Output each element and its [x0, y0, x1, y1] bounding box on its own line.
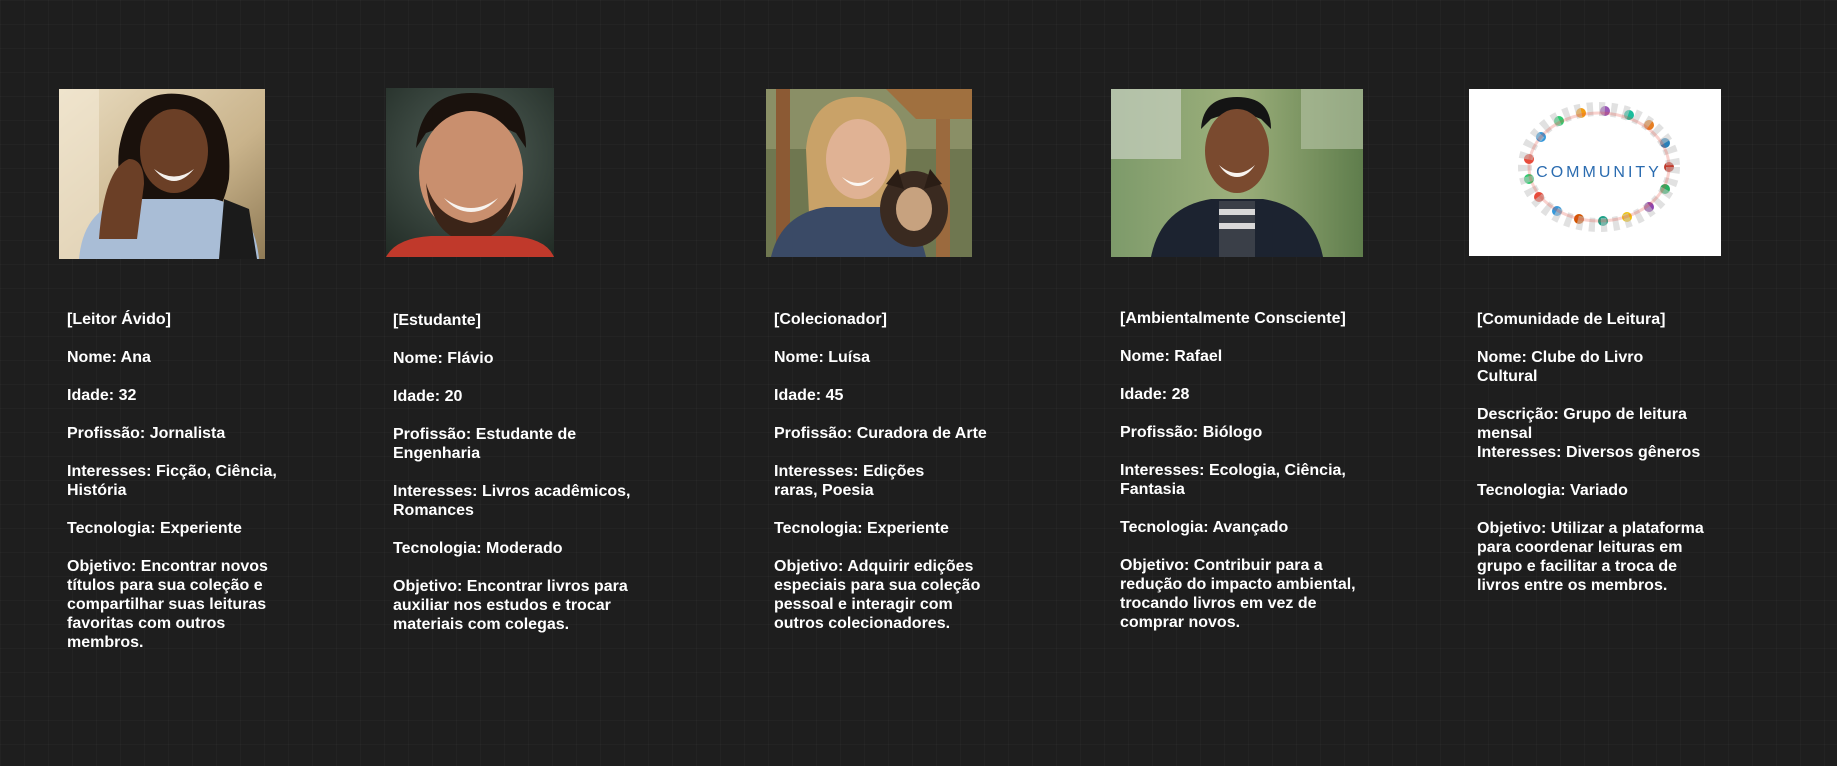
persona-goal: Objetivo: Utilizar a plataforma para coo…: [1477, 520, 1704, 594]
community-word: COMMUNITY: [1536, 164, 1662, 181]
man-smiling-portrait-icon: [1111, 89, 1363, 257]
persona-name: Nome: Clube do Livro Cultural: [1477, 349, 1644, 385]
persona-profession: Profissão: Biólogo: [1120, 424, 1263, 441]
persona-card-ana: [Leitor Ávido] Nome: Ana Idade: 32 Profi…: [67, 310, 292, 652]
man-portrait-icon: [386, 88, 554, 257]
persona-name: Nome: Flávio: [393, 350, 494, 367]
persona-card-community: [Comunidade de Leitura] Nome: Clube do L…: [1477, 310, 1712, 595]
persona-photo-luisa[interactable]: [766, 89, 972, 257]
persona-interests: Interesses: Diversos gêneros: [1477, 444, 1701, 461]
persona-role: [Ambientalmente Consciente]: [1120, 310, 1346, 327]
persona-age: Idade: 32: [67, 387, 137, 404]
persona-name: Nome: Luísa: [774, 349, 871, 366]
persona-name: Nome: Ana: [67, 349, 151, 366]
persona-interests: Interesses: Ecologia, Ciência, Fantasia: [1120, 462, 1346, 498]
persona-photo-flavio[interactable]: [386, 88, 554, 257]
persona-card-rafael: [Ambientalmente Consciente] Nome: Rafael…: [1120, 309, 1370, 632]
woman-with-dog-icon: [766, 89, 972, 257]
community-circle-icon: COMMUNITY: [1469, 89, 1721, 256]
woman-portrait-icon: [59, 89, 265, 259]
persona-card-luisa: [Colecionador] Nome: Luísa Idade: 45 Pro…: [774, 310, 1004, 633]
persona-interests: Interesses: Edições raras, Poesia: [774, 463, 925, 499]
persona-age: Idade: 45: [774, 387, 844, 404]
persona-photo-rafael[interactable]: [1111, 89, 1363, 257]
persona-role: [Estudante]: [393, 312, 481, 329]
persona-technology: Tecnologia: Moderado: [393, 540, 563, 557]
persona-board: COMMUNITY [Leitor Ávido] Nome: Ana Idade…: [0, 0, 1837, 766]
persona-photo-ana[interactable]: [59, 89, 265, 259]
persona-technology: Tecnologia: Avançado: [1120, 519, 1289, 536]
persona-photo-community[interactable]: COMMUNITY: [1469, 89, 1721, 256]
persona-age: Idade: 28: [1120, 386, 1190, 403]
persona-goal: Objetivo: Encontrar novos títulos para s…: [67, 558, 268, 651]
persona-goal: Objetivo: Contribuir para a redução do i…: [1120, 557, 1356, 631]
persona-role: [Colecionador]: [774, 311, 887, 328]
persona-age: Idade: 20: [393, 388, 463, 405]
persona-card-flavio: [Estudante] Nome: Flávio Idade: 20 Profi…: [393, 311, 643, 634]
persona-interests: Interesses: Livros acadêmicos, Romances: [393, 483, 631, 519]
persona-profession: Profissão: Curadora de Arte: [774, 425, 987, 442]
persona-role: [Leitor Ávido]: [67, 311, 171, 328]
persona-role: [Comunidade de Leitura]: [1477, 311, 1666, 328]
persona-profession: Profissão: Jornalista: [67, 425, 226, 442]
persona-profession: Profissão: Estudante de Engenharia: [393, 426, 577, 462]
persona-technology: Tecnologia: Experiente: [774, 520, 949, 537]
persona-name: Nome: Rafael: [1120, 348, 1223, 365]
persona-goal: Objetivo: Adquirir edições especiais par…: [774, 558, 981, 632]
persona-description: Descrição: Grupo de leitura mensal: [1477, 406, 1687, 442]
persona-technology: Tecnologia: Variado: [1477, 482, 1628, 499]
persona-goal: Objetivo: Encontrar livros para auxiliar…: [393, 578, 628, 633]
persona-technology: Tecnologia: Experiente: [67, 520, 242, 537]
persona-interests: Interesses: Ficção, Ciência, História: [67, 463, 277, 499]
